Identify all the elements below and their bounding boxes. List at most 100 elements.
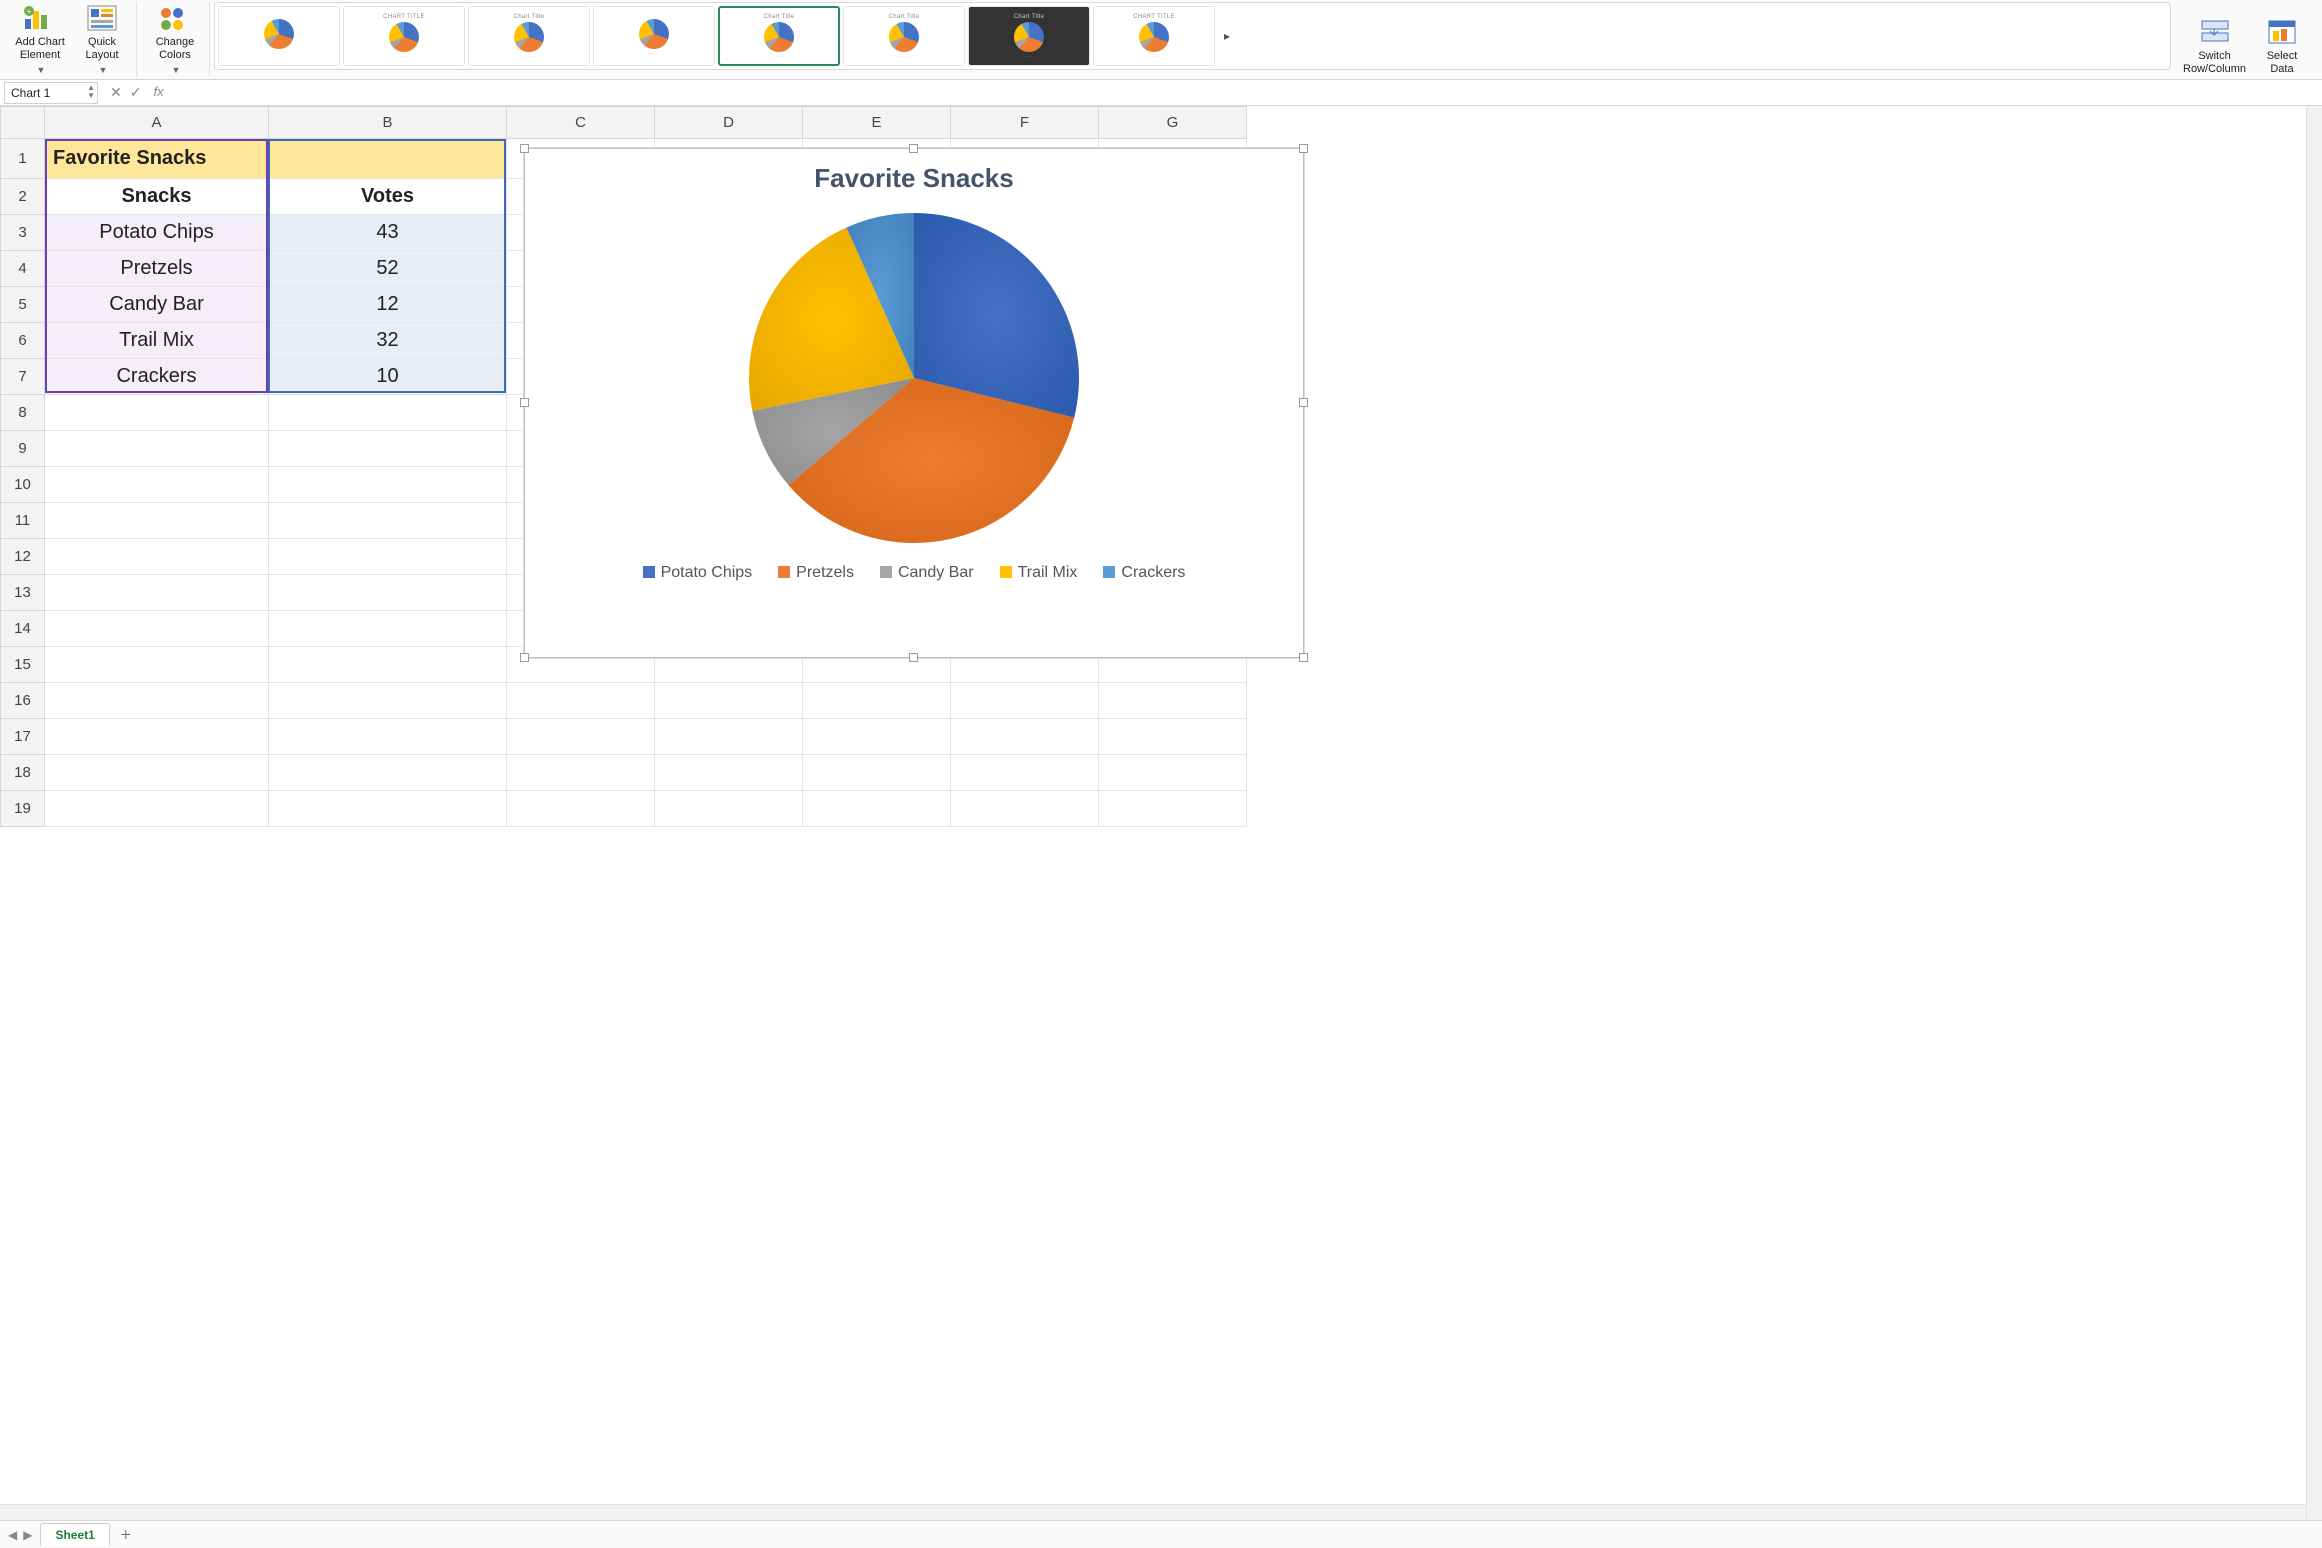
horizontal-scrollbar[interactable] — [0, 1504, 2306, 1520]
row-header[interactable]: 8 — [1, 395, 45, 431]
column-header[interactable]: F — [951, 107, 1099, 139]
row-header[interactable]: 9 — [1, 431, 45, 467]
chart-style-thumb[interactable]: Chart Title· · · · · — [968, 6, 1090, 66]
cell[interactable] — [951, 719, 1099, 755]
resize-handle[interactable] — [909, 653, 918, 662]
row-header[interactable]: 7 — [1, 359, 45, 395]
cell[interactable] — [655, 719, 803, 755]
cell[interactable]: Candy Bar — [45, 287, 269, 323]
row-header[interactable]: 14 — [1, 611, 45, 647]
column-header[interactable]: E — [803, 107, 951, 139]
cell[interactable] — [45, 431, 269, 467]
select-data-button[interactable]: Select Data — [2256, 4, 2308, 76]
name-box[interactable]: Chart 1 ▲▼ — [4, 82, 98, 104]
chart-plot-area[interactable] — [525, 200, 1303, 554]
row-header[interactable]: 17 — [1, 719, 45, 755]
row-header[interactable]: 3 — [1, 215, 45, 251]
cell[interactable]: Trail Mix — [45, 323, 269, 359]
cell[interactable] — [45, 467, 269, 503]
name-box-spinner-icon[interactable]: ▲▼ — [87, 84, 95, 100]
select-all-corner[interactable] — [1, 107, 45, 139]
cell[interactable]: 12 — [269, 287, 507, 323]
row-header[interactable]: 11 — [1, 503, 45, 539]
column-header[interactable]: G — [1099, 107, 1247, 139]
cell[interactable] — [655, 683, 803, 719]
switch-row-column-button[interactable]: Switch Row/Column — [2183, 4, 2246, 76]
cell[interactable] — [1099, 755, 1247, 791]
cell[interactable] — [269, 467, 507, 503]
cell[interactable]: Snacks — [45, 179, 269, 215]
formula-input[interactable] — [172, 82, 2322, 104]
cell[interactable] — [45, 539, 269, 575]
cell[interactable] — [269, 575, 507, 611]
row-header[interactable]: 19 — [1, 791, 45, 827]
cell[interactable] — [655, 755, 803, 791]
column-header[interactable]: A — [45, 107, 269, 139]
cell[interactable] — [951, 755, 1099, 791]
add-chart-element-button[interactable]: + Add Chart Element▼ — [14, 4, 66, 76]
fx-icon[interactable]: fx — [149, 84, 163, 101]
cell[interactable] — [803, 683, 951, 719]
cell[interactable] — [803, 755, 951, 791]
row-header[interactable]: 4 — [1, 251, 45, 287]
cancel-icon[interactable]: ✕ — [110, 84, 122, 101]
chart-style-thumb[interactable]: CHART TITLE· · · · · — [1093, 6, 1215, 66]
cell[interactable]: 10 — [269, 359, 507, 395]
row-header[interactable]: 5 — [1, 287, 45, 323]
cell[interactable] — [45, 755, 269, 791]
row-header[interactable]: 1 — [1, 139, 45, 179]
cell[interactable]: 43 — [269, 215, 507, 251]
cell[interactable] — [803, 719, 951, 755]
column-header[interactable]: C — [507, 107, 655, 139]
chart-style-thumb[interactable]: · · · · · — [593, 6, 715, 66]
cell[interactable] — [951, 791, 1099, 827]
chart-style-thumb[interactable]: CHART TITLE· · · · · — [343, 6, 465, 66]
row-header[interactable]: 6 — [1, 323, 45, 359]
legend-item[interactable]: Crackers — [1103, 564, 1185, 582]
row-header[interactable]: 12 — [1, 539, 45, 575]
cell[interactable]: Potato Chips — [45, 215, 269, 251]
row-header[interactable]: 16 — [1, 683, 45, 719]
cell[interactable] — [269, 647, 507, 683]
quick-layout-button[interactable]: Quick Layout▼ — [76, 4, 128, 76]
cell[interactable] — [1099, 791, 1247, 827]
legend-item[interactable]: Candy Bar — [880, 564, 974, 582]
cell[interactable]: 52 — [269, 251, 507, 287]
legend-item[interactable]: Potato Chips — [643, 564, 753, 582]
row-header[interactable]: 2 — [1, 179, 45, 215]
cell[interactable] — [45, 575, 269, 611]
enter-icon[interactable]: ✓ — [130, 84, 142, 101]
cell[interactable] — [45, 791, 269, 827]
chart-style-thumb[interactable]: Chart Title· · · · · — [843, 6, 965, 66]
resize-handle[interactable] — [1299, 144, 1308, 153]
cell[interactable] — [45, 647, 269, 683]
row-header[interactable]: 18 — [1, 755, 45, 791]
row-header[interactable]: 15 — [1, 647, 45, 683]
add-sheet-button[interactable]: ＋ — [110, 1522, 142, 1547]
legend-item[interactable]: Pretzels — [778, 564, 854, 582]
cell[interactable] — [45, 719, 269, 755]
prev-sheet-icon[interactable]: ◀ — [8, 1528, 17, 1542]
resize-handle[interactable] — [520, 398, 529, 407]
cell[interactable] — [507, 791, 655, 827]
chart-style-thumb[interactable]: · · · · · — [218, 6, 340, 66]
chart-legend[interactable]: Potato ChipsPretzelsCandy BarTrail MixCr… — [525, 554, 1303, 596]
change-colors-button[interactable]: Change Colors▼ — [149, 4, 201, 76]
resize-handle[interactable] — [1299, 398, 1308, 407]
cell[interactable] — [507, 755, 655, 791]
cell[interactable]: Votes — [269, 179, 507, 215]
cell[interactable] — [951, 683, 1099, 719]
cell[interactable] — [507, 719, 655, 755]
worksheet-grid[interactable]: ABCDEFG1Favorite Snacks2SnacksVotes3Pota… — [0, 106, 2322, 1520]
cell[interactable] — [269, 791, 507, 827]
cell[interactable]: 32 — [269, 323, 507, 359]
cell[interactable] — [45, 611, 269, 647]
chart-style-thumb[interactable]: Chart Title· · · · · — [718, 6, 840, 66]
next-sheet-icon[interactable]: ▶ — [23, 1528, 32, 1542]
cell[interactable] — [655, 791, 803, 827]
cell[interactable] — [269, 719, 507, 755]
chart-style-thumb[interactable]: Chart Title· · · · · — [468, 6, 590, 66]
cell[interactable] — [45, 503, 269, 539]
cell[interactable] — [269, 503, 507, 539]
resize-handle[interactable] — [520, 144, 529, 153]
